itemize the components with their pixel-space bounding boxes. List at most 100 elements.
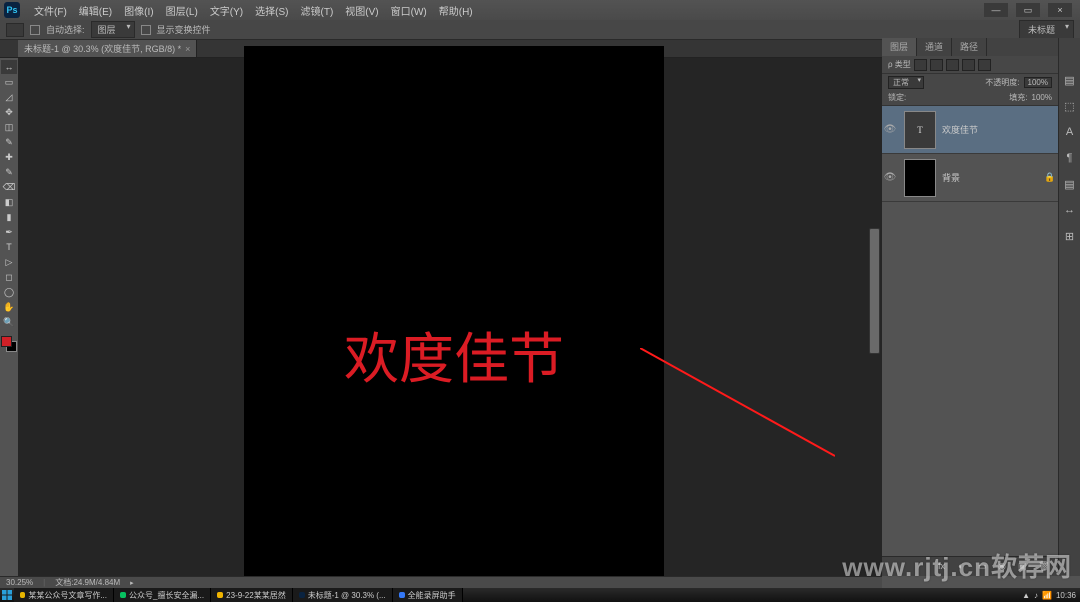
tool-ellipse[interactable]: ◯	[1, 285, 17, 299]
window-close[interactable]: ×	[1048, 3, 1072, 17]
filter-chip[interactable]	[946, 59, 959, 71]
visibility-icon[interactable]: 👁	[882, 172, 898, 183]
auto-select-checkbox[interactable]	[30, 25, 40, 35]
opacity-value[interactable]: 100%	[1024, 77, 1052, 88]
task-item[interactable]: 公众号_擅长安全漏...	[114, 588, 211, 602]
dock-icon[interactable]: ⬚	[1063, 100, 1077, 114]
window-minimize[interactable]: —	[984, 3, 1008, 17]
task-item[interactable]: 某某公众号文章写作...	[14, 588, 114, 602]
canvas-area[interactable]: 欢度佳节	[18, 58, 882, 576]
layer-filter-row: ρ 类型	[882, 56, 1058, 74]
tool-zoom[interactable]: 🔍	[1, 315, 17, 329]
lock-icon[interactable]	[924, 93, 934, 103]
layer-name[interactable]: 背景	[942, 171, 1044, 184]
menu-window[interactable]: 窗口(W)	[385, 1, 433, 20]
status-bar: 30.25% | 文档:24.9M/4.84M ▸	[0, 576, 882, 588]
menu-select[interactable]: 选择(S)	[249, 1, 294, 20]
lock-icon[interactable]	[938, 93, 948, 103]
menu-view[interactable]: 视图(V)	[339, 1, 384, 20]
tool-path[interactable]: ▷	[1, 255, 17, 269]
dock-icon[interactable]: ▤	[1063, 74, 1077, 88]
tool-eyedrop[interactable]: ✎	[1, 135, 17, 149]
tool-marquee[interactable]: ▭	[1, 75, 17, 89]
tool-brush[interactable]: ✎	[1, 165, 17, 179]
dock-icon[interactable]: A	[1063, 126, 1077, 140]
filter-chip[interactable]	[930, 59, 943, 71]
dock-icon[interactable]: ▤	[1063, 178, 1077, 192]
menu-bar: Ps 文件(F) 编辑(E) 图像(I) 图层(L) 文字(Y) 选择(S) 滤…	[0, 0, 1080, 20]
trash-icon[interactable]: 🗑	[1038, 561, 1050, 573]
menu-edit[interactable]: 编辑(E)	[73, 1, 118, 20]
window-maximize[interactable]: ▭	[1016, 3, 1040, 17]
tray-icon[interactable]: ▲	[1022, 591, 1030, 600]
clock[interactable]: 10:36	[1056, 591, 1076, 600]
tool-hand[interactable]: ✋	[1, 300, 17, 314]
visibility-icon[interactable]: 👁	[882, 124, 898, 135]
dock-icon[interactable]: ↔	[1063, 204, 1077, 218]
canvas-text-layer[interactable]: 欢度佳节	[344, 314, 564, 394]
mask-icon[interactable]: ◐	[958, 561, 970, 573]
filter-chip[interactable]	[962, 59, 975, 71]
tab-layers[interactable]: 图层	[882, 38, 917, 56]
layer-thumbnail[interactable]	[904, 159, 936, 197]
menu-type[interactable]: 文字(Y)	[204, 1, 249, 20]
filter-chip[interactable]	[978, 59, 991, 71]
filter-label: ρ 类型	[888, 59, 911, 70]
tool-type[interactable]: T	[1, 240, 17, 254]
blend-mode-dropdown[interactable]: 正常	[888, 76, 924, 89]
tool-crop[interactable]: ◫	[1, 120, 17, 134]
show-transform-checkbox[interactable]	[141, 25, 151, 35]
system-tray: ▲ ♪ 📶 10:36	[1022, 591, 1080, 600]
document-tab-title: 未标题-1 @ 30.3% (欢度佳节, RGB/8) *	[24, 42, 181, 55]
lock-icon[interactable]	[952, 93, 962, 103]
start-button[interactable]	[0, 588, 14, 602]
tool-stamp[interactable]: ⌫	[1, 180, 17, 194]
task-item[interactable]: 全能录屏助手	[393, 588, 463, 602]
tray-icon[interactable]: 📶	[1042, 591, 1052, 600]
layer-item[interactable]: 👁 T 欢度佳节	[882, 106, 1058, 154]
adjustment-icon[interactable]: ▭	[978, 561, 990, 573]
tool-eraser[interactable]: ◧	[1, 195, 17, 209]
workspace-picker[interactable]: 未标题	[1019, 20, 1074, 39]
new-layer-icon[interactable]: ▣	[1018, 561, 1030, 573]
lock-icon[interactable]	[910, 93, 920, 103]
task-item[interactable]: 23-9-22某某居然	[211, 588, 293, 602]
document-tab[interactable]: 未标题-1 @ 30.3% (欢度佳节, RGB/8) * ×	[18, 40, 197, 57]
move-tool-icon[interactable]	[6, 23, 24, 37]
tool-move[interactable]: ↔	[1, 60, 17, 74]
dock-icon[interactable]: ¶	[1063, 152, 1077, 166]
tray-icon[interactable]: ♪	[1034, 591, 1038, 600]
tool-gradient[interactable]: ▮	[1, 210, 17, 224]
close-icon[interactable]: ×	[185, 44, 190, 54]
fx-icon[interactable]: fx	[938, 561, 950, 573]
menu-help[interactable]: 帮助(H)	[433, 1, 479, 20]
layers-panel: 图层 通道 路径 ρ 类型 正常 不透明度: 100% 锁定: 填充: 100%	[882, 38, 1058, 576]
tool-heal[interactable]: ✚	[1, 150, 17, 164]
tool-wand[interactable]: ✥	[1, 105, 17, 119]
layer-thumbnail[interactable]: T	[904, 111, 936, 149]
layer-name[interactable]: 欢度佳节	[942, 123, 1044, 136]
menu-filter[interactable]: 滤镜(T)	[295, 1, 340, 20]
dock-icon[interactable]: ⊞	[1063, 230, 1077, 244]
menu-file[interactable]: 文件(F)	[28, 1, 73, 20]
fill-value[interactable]: 100%	[1032, 93, 1052, 102]
tab-channels[interactable]: 通道	[917, 38, 952, 56]
tool-shape[interactable]: ◻	[1, 270, 17, 284]
task-item[interactable]: 未标题-1 @ 30.3% (...	[293, 588, 393, 602]
vertical-scrollbar[interactable]	[869, 228, 880, 354]
auto-select-dropdown[interactable]: 图层	[91, 21, 135, 38]
document-canvas[interactable]: 欢度佳节	[244, 46, 664, 576]
zoom-value[interactable]: 30.25%	[6, 578, 33, 587]
tool-pen[interactable]: ✒	[1, 225, 17, 239]
layers-list: 👁 T 欢度佳节 👁 背景 🔒	[882, 106, 1058, 556]
menu-layer[interactable]: 图层(L)	[160, 1, 204, 20]
tab-paths[interactable]: 路径	[952, 38, 987, 56]
lock-icon: 🔒	[1044, 172, 1058, 183]
foreground-swatch[interactable]	[1, 336, 12, 347]
menu-image[interactable]: 图像(I)	[118, 1, 159, 20]
layer-item[interactable]: 👁 背景 🔒	[882, 154, 1058, 202]
filter-chip[interactable]	[914, 59, 927, 71]
color-swatches[interactable]	[1, 336, 17, 352]
tool-lasso[interactable]: ◿	[1, 90, 17, 104]
group-icon[interactable]: ◉	[998, 561, 1010, 573]
